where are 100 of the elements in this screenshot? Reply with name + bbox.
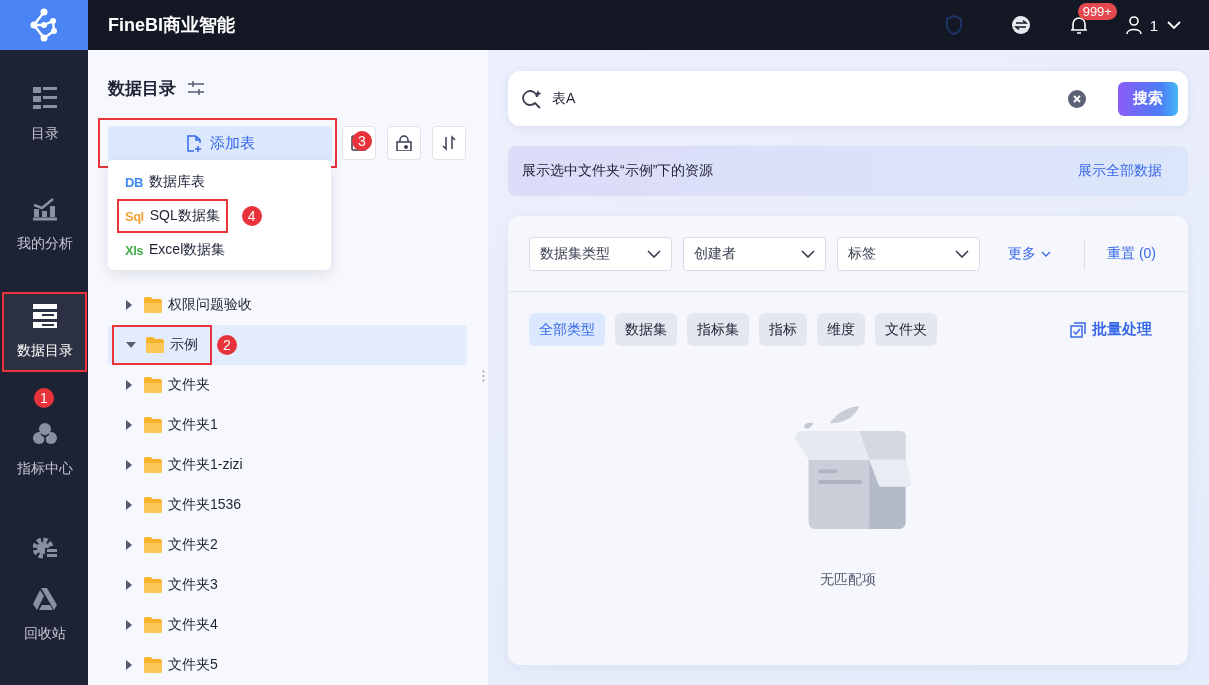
callout-badge: 2 [217, 335, 237, 355]
caret-right-icon[interactable] [124, 300, 134, 310]
filter-dropdown[interactable]: 标签 [837, 237, 980, 271]
chevron-down-icon[interactable] [1167, 20, 1181, 30]
nav-item[interactable]: 回收站 [2, 575, 87, 655]
folder-icon [144, 657, 162, 673]
folder-icon [144, 377, 162, 393]
chevron-down-icon [647, 250, 661, 258]
search-button[interactable]: 搜索 [1118, 81, 1178, 116]
file-add-icon [185, 135, 202, 152]
chevron-down-icon [1041, 251, 1051, 257]
database-icon [32, 304, 57, 328]
caret-right-icon[interactable] [124, 660, 134, 670]
folder-icon [144, 617, 162, 633]
empty-message: 无匹配项 [820, 571, 876, 589]
tree-row[interactable]: 权限问题验收 [108, 285, 467, 325]
folder-label: 文件夹2 [168, 536, 218, 554]
lock-eye-icon [396, 135, 412, 151]
folder-icon [144, 457, 162, 473]
sort-button[interactable] [432, 126, 466, 160]
folder-label: 文件夹 [168, 376, 210, 394]
sort-icon [441, 135, 457, 151]
lock-eye-button[interactable] [387, 126, 421, 160]
bell-icon[interactable] [1069, 15, 1088, 35]
list-icon [32, 87, 57, 111]
chevron-down-icon [955, 250, 969, 258]
batch-button[interactable]: 批量处理 [1070, 320, 1152, 339]
folder-label: 示例 [170, 336, 198, 354]
tree-row[interactable]: 文件夹4 [108, 605, 467, 645]
filter-dropdown[interactable]: 数据集类型 [529, 237, 672, 271]
more-button[interactable]: 更多 [1008, 245, 1051, 263]
checklist-icon [1070, 321, 1086, 338]
notification-badge: 999+ [1077, 3, 1117, 20]
panel-title: 数据目录 [108, 77, 176, 100]
folder-label: 文件夹1 [168, 416, 218, 434]
type-chip[interactable]: 指标集 [687, 313, 749, 346]
tree-row[interactable]: 文件夹3 [108, 565, 467, 605]
tree-row[interactable]: 文件夹5 [108, 645, 467, 685]
caret-right-icon[interactable] [124, 500, 134, 510]
nav-item[interactable]: 我的分析 [2, 185, 87, 265]
caret-right-icon[interactable] [124, 460, 134, 470]
tree-row[interactable]: 文件夹2 [108, 525, 467, 565]
clear-icon[interactable] [1068, 89, 1086, 108]
app-title: FineBI商业智能 [108, 14, 235, 37]
folder-label: 文件夹5 [168, 656, 218, 674]
caret-right-icon[interactable] [124, 580, 134, 590]
folder-icon [146, 337, 164, 353]
folder-icon [144, 497, 162, 513]
caret-down-icon[interactable] [126, 340, 136, 350]
type-chip[interactable]: 全部类型 [529, 313, 605, 346]
tree-row[interactable]: 文件夹1536 [108, 485, 467, 525]
user-name[interactable]: 1 [1149, 16, 1158, 34]
tree-row[interactable]: 文件夹1 [108, 405, 467, 445]
format-tag: DB [125, 174, 143, 190]
caret-right-icon[interactable] [124, 540, 134, 550]
cubes-icon [32, 422, 57, 446]
folder-icon [144, 577, 162, 593]
caret-right-icon[interactable] [124, 420, 134, 430]
sparkle-search-icon [522, 88, 542, 109]
search-field[interactable]: 表A [552, 90, 1058, 107]
show-all-link[interactable]: 展示全部数据 [1078, 162, 1162, 180]
type-chip[interactable]: 维度 [817, 313, 865, 346]
type-chip[interactable]: 文件夹 [875, 313, 937, 346]
folder-icon [144, 417, 162, 433]
format-tag: Xls [125, 242, 143, 258]
chart-icon [32, 197, 57, 221]
gear-icon [32, 535, 57, 560]
sliders-icon[interactable] [188, 81, 204, 95]
menu-item[interactable]: Xls Excel数据集 [117, 233, 234, 267]
folder-label: 权限问题验收 [168, 296, 252, 314]
folder-label: 文件夹1-zizi [168, 456, 243, 474]
folder-label: 文件夹1536 [168, 496, 242, 514]
nav-item[interactable]: 数据目录 [2, 292, 87, 372]
folder-label: 文件夹3 [168, 576, 218, 594]
format-tag: Sql [125, 208, 144, 224]
chevron-down-icon [801, 250, 815, 258]
callout-badge: 1 [34, 388, 54, 408]
tree-row[interactable]: 示例 2 [108, 325, 467, 365]
filter-dropdown[interactable]: 创建者 [683, 237, 826, 271]
reset-button[interactable]: 重置 (0) [1107, 245, 1156, 263]
caret-right-icon[interactable] [124, 380, 134, 390]
tree-row[interactable]: 文件夹1-zizi [108, 445, 467, 485]
menu-item[interactable]: DB 数据库表 [117, 165, 213, 199]
folder-label: 文件夹4 [168, 616, 218, 634]
folder-icon [144, 297, 162, 313]
caret-right-icon[interactable] [124, 620, 134, 630]
notice-text: 展示选中文件夹“示例”下的资源 [522, 162, 714, 180]
callout-badge: 4 [241, 206, 262, 226]
tree-row[interactable]: 文件夹 [108, 365, 467, 405]
drag-handle-icon[interactable] [482, 370, 485, 382]
triangle-recycle-icon [32, 587, 57, 611]
type-chip[interactable]: 数据集 [615, 313, 677, 346]
folder-icon [144, 537, 162, 553]
user-icon[interactable] [1125, 16, 1142, 34]
type-chip[interactable]: 指标 [759, 313, 807, 346]
menu-item[interactable]: Sql SQL数据集 [117, 199, 228, 233]
nav-item[interactable]: 指标中心 [2, 410, 87, 490]
switch-icon[interactable] [1011, 16, 1030, 34]
add-table-button[interactable]: 添加表 [108, 126, 332, 161]
nav-item[interactable]: 目录 [2, 75, 87, 155]
